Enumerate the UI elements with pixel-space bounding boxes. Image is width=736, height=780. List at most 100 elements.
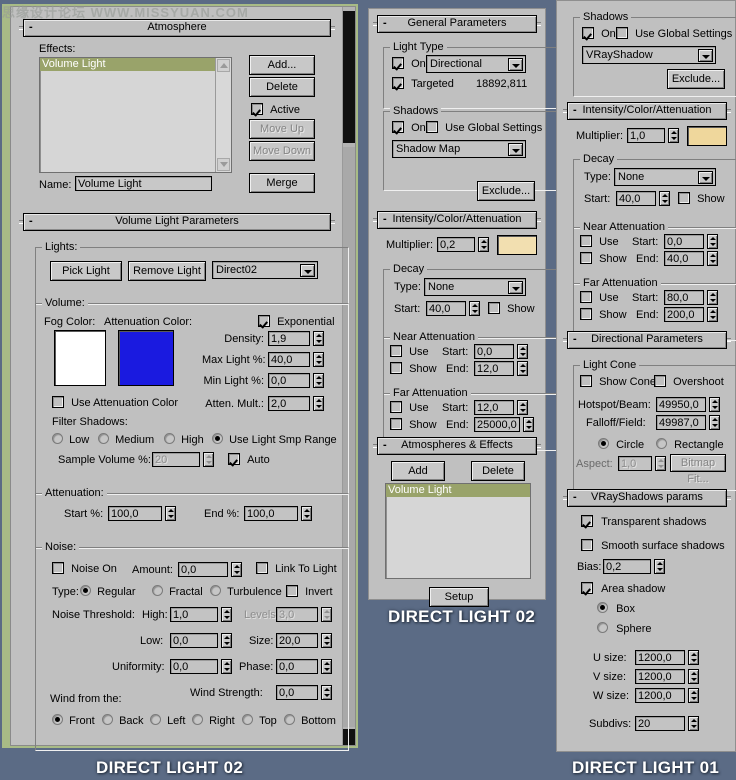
density-input[interactable]: 1,9 bbox=[268, 331, 310, 346]
cone-circle-radio[interactable] bbox=[598, 438, 609, 449]
collapse-icon[interactable]: - bbox=[383, 438, 387, 453]
exclude-button-right[interactable]: Exclude... bbox=[667, 69, 725, 89]
near-start-spinner-middle[interactable] bbox=[517, 344, 528, 359]
near-end-input-middle[interactable]: 12,0 bbox=[474, 361, 514, 376]
wind-right-radio[interactable] bbox=[192, 714, 203, 725]
light-select-combo[interactable]: Direct02 bbox=[212, 261, 318, 279]
uniformity-spinner[interactable] bbox=[221, 659, 232, 674]
far-end-input-middle[interactable]: 25000,0 bbox=[474, 417, 520, 432]
noise-type-regular-radio[interactable] bbox=[80, 585, 91, 596]
exponential-row[interactable]: Exponential bbox=[258, 315, 335, 328]
decay-start-spinner-middle[interactable] bbox=[469, 301, 480, 316]
chevron-down-icon[interactable] bbox=[508, 58, 523, 71]
min-light-spinner[interactable] bbox=[313, 373, 324, 388]
far-end-spinner-right[interactable] bbox=[707, 307, 718, 322]
overshoot-row[interactable]: Overshoot bbox=[654, 375, 724, 388]
amount-spinner[interactable] bbox=[231, 562, 242, 577]
transparent-shadows-row[interactable]: Transparent shadows bbox=[581, 515, 706, 528]
subdivs-spinner[interactable] bbox=[688, 716, 699, 731]
light-on-checkbox[interactable] bbox=[392, 57, 404, 69]
chevron-down-icon[interactable] bbox=[300, 264, 315, 277]
collapse-icon[interactable]: - bbox=[29, 20, 33, 35]
filter-smprange-radio[interactable] bbox=[212, 433, 223, 444]
far-use-row-right[interactable]: Use bbox=[580, 291, 619, 304]
collapse-icon[interactable]: - bbox=[29, 214, 33, 229]
phase-spinner[interactable] bbox=[321, 659, 332, 674]
near-show-checkbox-middle[interactable] bbox=[390, 362, 402, 374]
amount-input[interactable]: 0,0 bbox=[178, 562, 228, 577]
wind-front-radio[interactable] bbox=[52, 714, 63, 725]
subdivs-input[interactable]: 20 bbox=[635, 716, 685, 731]
chevron-down-icon[interactable] bbox=[698, 49, 713, 62]
move-up-button[interactable]: Move Up bbox=[249, 119, 315, 139]
far-show-row-right[interactable]: Show bbox=[580, 308, 627, 321]
effects-list-scrollbar[interactable] bbox=[215, 58, 231, 172]
max-light-input[interactable]: 40,0 bbox=[268, 352, 310, 367]
near-end-spinner-middle[interactable] bbox=[517, 361, 528, 376]
cone-rectangle-radio[interactable] bbox=[656, 438, 667, 449]
use-attenuation-row[interactable]: Use Attenuation Color bbox=[52, 396, 178, 409]
light-on-row[interactable]: On bbox=[392, 57, 426, 70]
uniformity-input[interactable]: 0,0 bbox=[170, 659, 218, 674]
wind-top-option[interactable]: Top bbox=[242, 714, 277, 727]
use-global-settings-row-right[interactable]: Use Global Settings bbox=[616, 27, 732, 40]
merge-button[interactable]: Merge bbox=[249, 173, 315, 193]
link-to-light-checkbox[interactable] bbox=[256, 562, 268, 574]
show-cone-checkbox[interactable] bbox=[580, 375, 592, 387]
shadow-type-combo[interactable]: Shadow Map bbox=[392, 140, 526, 158]
multiplier-spinner-right[interactable] bbox=[668, 128, 679, 143]
pick-light-button[interactable]: Pick Light bbox=[50, 261, 122, 281]
filter-high-option[interactable]: High bbox=[164, 433, 204, 446]
area-shadow-sphere-radio[interactable] bbox=[597, 622, 608, 633]
v-size-input[interactable]: 1200,0 bbox=[635, 669, 685, 684]
levels-spinner[interactable] bbox=[321, 607, 332, 622]
far-show-checkbox-right[interactable] bbox=[580, 308, 592, 320]
wind-left-radio[interactable] bbox=[150, 714, 161, 725]
collapse-icon[interactable]: - bbox=[383, 212, 387, 227]
shadow-on-row[interactable]: On bbox=[392, 121, 426, 134]
far-show-checkbox-middle[interactable] bbox=[390, 418, 402, 430]
far-end-input-right[interactable]: 200,0 bbox=[664, 307, 704, 322]
use-global-settings-checkbox[interactable] bbox=[426, 121, 438, 133]
near-use-row-middle[interactable]: Use bbox=[390, 345, 429, 358]
remove-light-button[interactable]: Remove Light bbox=[128, 261, 206, 281]
effects-list-item[interactable]: Volume Light bbox=[40, 58, 231, 71]
atmosphere-rollout-header[interactable]: - Atmosphere bbox=[23, 19, 331, 37]
wind-strength-input[interactable]: 0,0 bbox=[276, 685, 318, 700]
far-start-input-middle[interactable]: 12,0 bbox=[474, 400, 514, 415]
high-input[interactable]: 1,0 bbox=[170, 607, 218, 622]
noise-on-checkbox[interactable] bbox=[52, 562, 64, 574]
decay-start-input-right[interactable]: 40,0 bbox=[616, 191, 656, 206]
collapse-icon[interactable]: - bbox=[573, 332, 577, 347]
decay-start-input-middle[interactable]: 40,0 bbox=[426, 301, 466, 316]
delete-effect-button[interactable]: Delete bbox=[249, 77, 315, 97]
atmospheres-rollout-middle[interactable]: - Atmospheres & Effects bbox=[373, 437, 541, 455]
area-shadow-checkbox[interactable] bbox=[581, 582, 593, 594]
use-global-settings-row[interactable]: Use Global Settings bbox=[426, 121, 542, 134]
filter-medium-option[interactable]: Medium bbox=[98, 433, 154, 446]
transparent-shadows-checkbox[interactable] bbox=[581, 515, 593, 527]
far-end-spinner-middle[interactable] bbox=[523, 417, 534, 432]
atmospheres-listbox[interactable]: Volume Light bbox=[385, 483, 531, 579]
directional-rollout[interactable]: - Directional Parameters bbox=[563, 331, 731, 349]
att-end-input[interactable]: 100,0 bbox=[244, 506, 298, 521]
shadow-on-row-right[interactable]: On bbox=[582, 27, 616, 40]
active-checkbox-row[interactable]: Active bbox=[251, 103, 300, 116]
w-size-input[interactable]: 1200,0 bbox=[635, 688, 685, 703]
noise-type-fractal-option[interactable]: Fractal bbox=[152, 585, 203, 598]
cone-rectangle-option[interactable]: Rectangle bbox=[656, 438, 724, 451]
attenuation-color-swatch[interactable] bbox=[118, 330, 174, 386]
scroll-up-icon[interactable] bbox=[217, 59, 230, 72]
volume-light-rollout[interactable]: - Volume Light Parameters bbox=[19, 213, 335, 231]
multiplier-spinner-middle[interactable] bbox=[478, 237, 489, 252]
atmospheres-delete-button[interactable]: Delete bbox=[471, 461, 525, 481]
exponential-checkbox[interactable] bbox=[258, 315, 270, 327]
att-start-input[interactable]: 100,0 bbox=[108, 506, 162, 521]
vrayshadows-header[interactable]: - VRayShadows params bbox=[567, 489, 727, 507]
shadow-type-combo-right[interactable]: VRayShadow bbox=[582, 46, 716, 64]
atmosphere-rollout[interactable]: - Atmosphere bbox=[19, 19, 335, 37]
left-panel-scrollbar-thumb[interactable] bbox=[343, 11, 355, 143]
cone-circle-option[interactable]: Circle bbox=[598, 438, 644, 451]
noise-type-fractal-radio[interactable] bbox=[152, 585, 163, 596]
light-color-swatch-middle[interactable] bbox=[497, 235, 537, 255]
